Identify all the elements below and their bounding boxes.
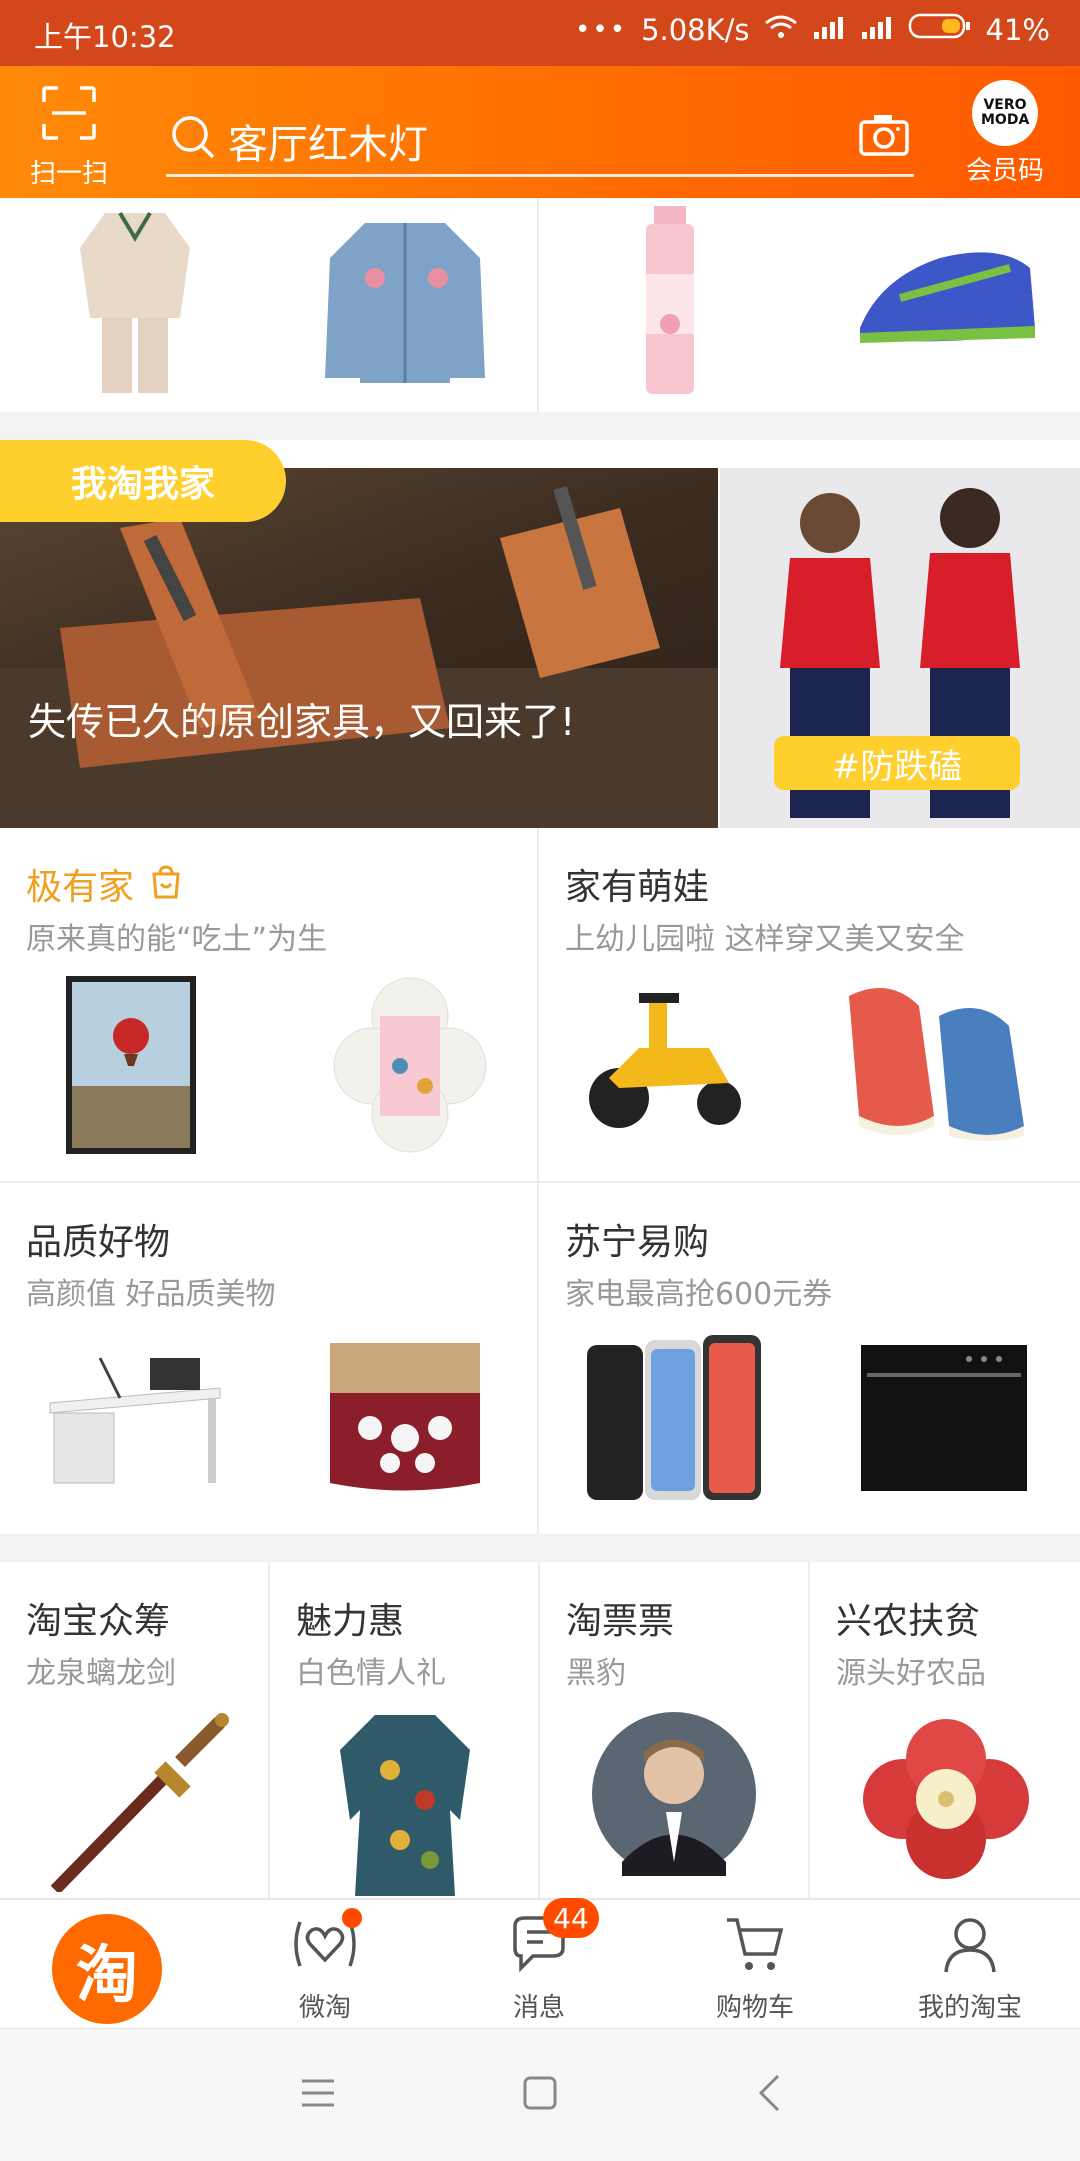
dishwasher-image (859, 1343, 1029, 1493)
actor-avatar-image (592, 1712, 756, 1876)
card-subtitle: 白色情人礼 (296, 1656, 446, 1691)
small-card-taopiaopiao[interactable]: 淘票票 黑豹 (540, 1562, 808, 1898)
card-title: 品质好物 (26, 1222, 171, 1263)
tab-my-taobao[interactable]: 我的淘宝 (900, 1914, 1040, 2024)
battery-icon (908, 12, 972, 47)
bottom-tab-bar: 淘 微淘 44 消息 购物车 我的淘宝 (0, 1898, 1080, 2030)
card-title: 兴农扶贫 (836, 1601, 981, 1642)
banner-caption: 失传已久的原创家具，又回来了! (28, 700, 576, 744)
vero-moda-logo: VERO MODA (972, 80, 1038, 146)
user-icon (940, 1914, 1000, 1981)
status-time: 上午10:32 (34, 20, 176, 54)
weitao-icon (290, 1908, 362, 1981)
product-strip (0, 198, 1080, 412)
system-nav-bar (0, 2028, 1080, 2161)
search-input[interactable]: 客厅红木灯 (228, 112, 428, 170)
printed-dress-image (330, 1710, 480, 1896)
status-bar: 上午10:32 ••• 5.08K/s 41% (0, 0, 1080, 66)
scan-button[interactable]: 扫一扫 (30, 84, 108, 190)
card-title: 魅力惠 (296, 1601, 405, 1642)
scan-label: 扫一扫 (30, 159, 109, 189)
battery-level: 41% (985, 12, 1050, 47)
card-subtitle: 原来真的能“吃土”为生 (26, 922, 328, 957)
sword-image (50, 1712, 230, 1895)
desk-image (40, 1343, 230, 1493)
balloon-painting-image (66, 976, 196, 1154)
card-title: 淘票票 (566, 1601, 675, 1642)
signal-icon-2 (860, 13, 894, 47)
tab-label: 我的淘宝 (917, 1993, 1022, 2023)
tab-weitao[interactable]: 微淘 (270, 1908, 380, 2024)
card-jiyoujia[interactable]: 极有家 原来真的能“吃土”为生 (0, 828, 537, 1181)
sandal-image[interactable] (850, 238, 1040, 358)
card-subtitle: 家电最高抢600元券 (565, 1277, 833, 1312)
card-subtitle: 源头好农品 (836, 1656, 986, 1691)
side-tag: #防跌磕 (774, 736, 1020, 790)
message-badge: 44 (543, 1898, 599, 1938)
card-kids[interactable]: 家有萌娃 上幼儿园啦 这样穿又美又安全 (539, 828, 1080, 1181)
shop-bag-icon (148, 864, 184, 904)
card-suning[interactable]: 苏宁易购 家电最高抢600元券 (539, 1183, 1080, 1534)
knit-outfit-image[interactable] (60, 208, 210, 398)
small-card-xingnong[interactable]: 兴农扶贫 源头好农品 (810, 1562, 1080, 1898)
search-icon (170, 114, 216, 164)
scan-icon (40, 84, 98, 149)
card-subtitle: 黑豹 (566, 1656, 626, 1691)
card-quality[interactable]: 品质好物 高颜值 好品质美物 (0, 1183, 537, 1534)
message-icon: 44 (507, 1898, 599, 1981)
tab-home[interactable]: 淘 (52, 1914, 162, 2024)
tea-set-image (320, 1333, 490, 1503)
more-dots-icon: ••• (575, 14, 628, 45)
card-title: 苏宁易购 (565, 1222, 710, 1263)
small-card-meilihui[interactable]: 魅力惠 白色情人礼 (270, 1562, 538, 1898)
kids-motorbike-image (579, 988, 759, 1138)
promo-banner: 失传已久的原创家具，又回来了! 我淘我家 #防跌磕 (0, 440, 1080, 828)
member-code-button[interactable]: VERO MODA 会员码 (966, 80, 1044, 187)
small-card-crowdfunding[interactable]: 淘宝众筹 龙泉螭龙剑 (0, 1562, 268, 1898)
phones-image (585, 1335, 765, 1505)
camera-icon[interactable] (858, 112, 910, 162)
card-subtitle: 高颜值 好品质美物 (26, 1277, 276, 1312)
taobao-home-icon: 淘 (75, 1938, 138, 2011)
banner-tag: 我淘我家 (0, 440, 286, 522)
back-icon[interactable] (756, 2073, 782, 2117)
denim-jacket-image[interactable] (310, 208, 500, 398)
feature-grid: 极有家 原来真的能“吃土”为生 家有萌娃 上幼儿园啦 这样穿又美又安全 品质好物… (0, 828, 1080, 1534)
kids-shoes-image (839, 976, 1039, 1146)
search-bar[interactable]: 客厅红木灯 (166, 102, 914, 177)
small-cards-row: 淘宝众筹 龙泉螭龙剑 魅力惠 白色情人礼 淘票票 黑豹 兴农扶贫 源头好农品 (0, 1562, 1080, 1898)
tab-label: 微淘 (298, 1993, 351, 2023)
tab-label: 购物车 (715, 1993, 794, 2023)
menu-icon[interactable] (300, 2077, 336, 2113)
kids-uniform-banner[interactable]: #防跌磕 (720, 468, 1080, 828)
app-header: 扫一扫 客厅红木灯 VERO MODA 会员码 (0, 66, 1080, 198)
card-title: 淘宝众筹 (26, 1601, 171, 1642)
tab-label: 消息 (512, 1993, 565, 2023)
status-indicators: ••• 5.08K/s 41% (575, 12, 1050, 47)
card-subtitle: 上幼儿园啦 这样穿又美又安全 (565, 922, 965, 957)
member-label: 会员码 (966, 156, 1045, 186)
cart-icon (723, 1914, 787, 1981)
home-icon[interactable] (522, 2075, 558, 2115)
signal-icon (812, 13, 846, 47)
weitao-dot (342, 1908, 362, 1928)
network-speed: 5.08K/s (641, 12, 750, 47)
tab-messages[interactable]: 44 消息 (484, 1898, 599, 2024)
spray-bottle-image[interactable] (640, 204, 700, 404)
furniture-banner[interactable]: 失传已久的原创家具，又回来了! (0, 468, 718, 828)
tab-cart[interactable]: 购物车 (700, 1914, 810, 2024)
apples-image (858, 1714, 1034, 1884)
flower-shelf-image (330, 976, 490, 1154)
wifi-icon (764, 13, 798, 47)
card-subtitle: 龙泉螭龙剑 (26, 1656, 176, 1691)
card-title: 极有家 (26, 867, 135, 908)
card-title: 家有萌娃 (565, 867, 710, 908)
